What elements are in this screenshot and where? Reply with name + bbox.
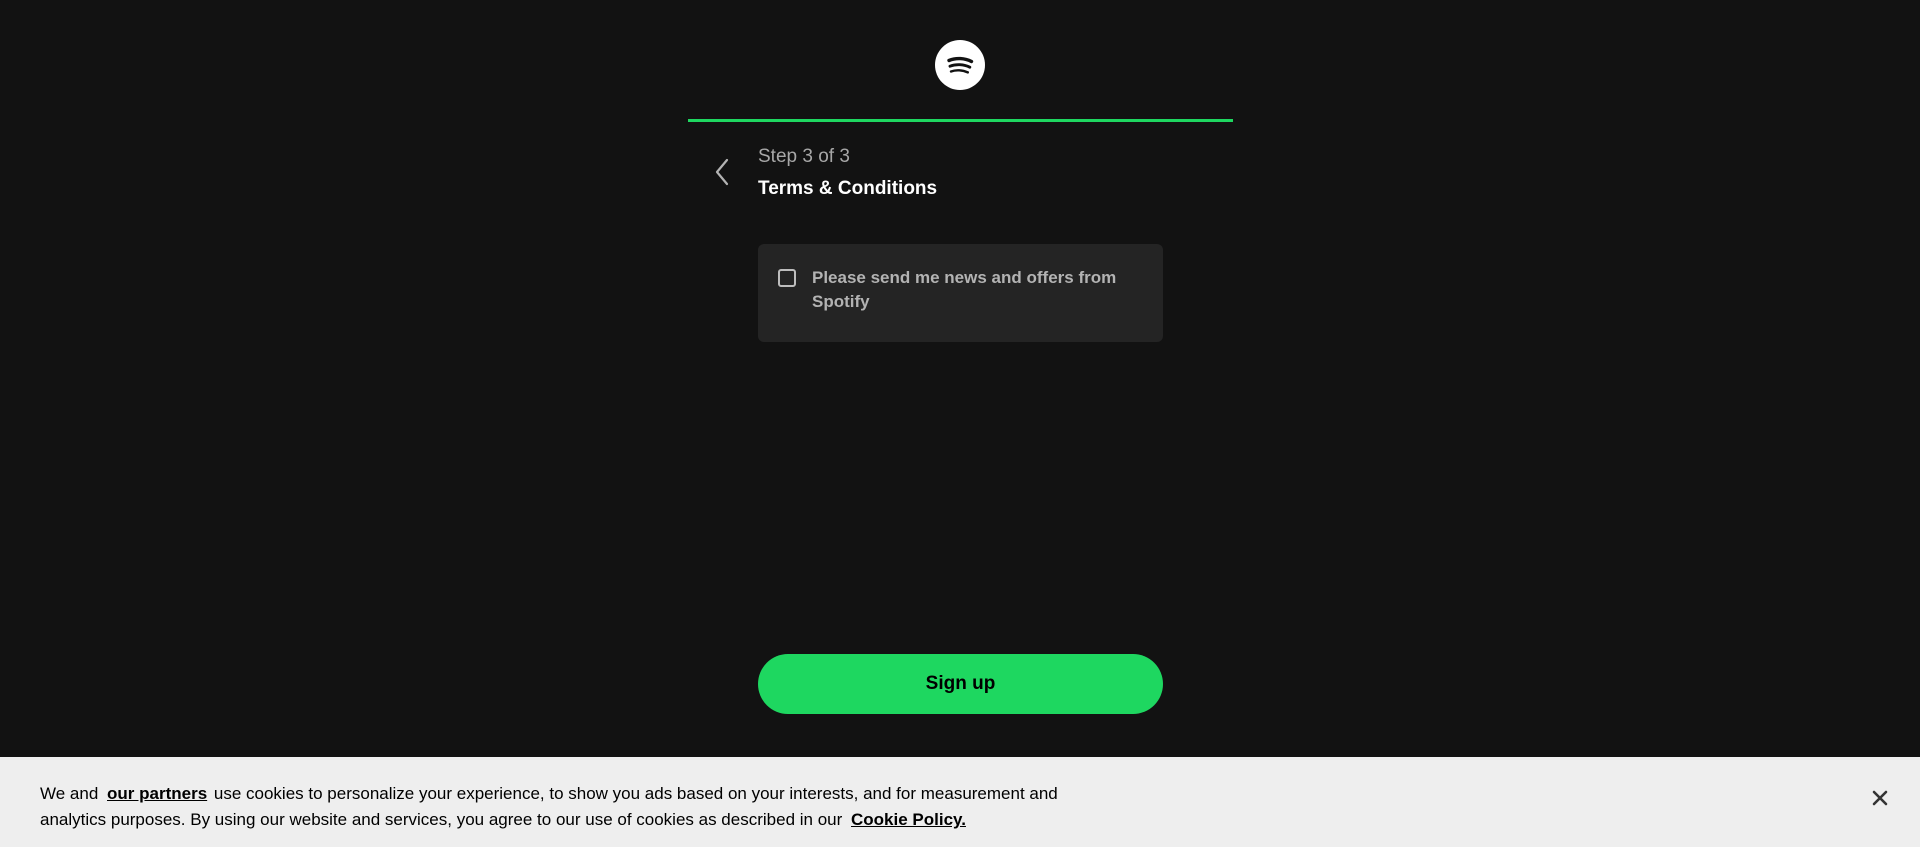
- cookie-banner: We and our partners use cookies to perso…: [0, 757, 1920, 847]
- step-indicator: Step 3 of 3: [758, 146, 850, 167]
- spotify-logo-svg: [947, 56, 974, 74]
- step-title: Terms & Conditions: [758, 178, 938, 199]
- our-partners-link[interactable]: our partners: [107, 784, 207, 803]
- marketing-consent-card: Please send me news and offers from Spot…: [758, 244, 1163, 342]
- signup-button[interactable]: Sign up: [758, 654, 1163, 714]
- spotify-logo-icon: [935, 40, 985, 90]
- cookie-banner-text: We and our partners use cookies to perso…: [40, 781, 1080, 833]
- signup-progress-bar: [688, 119, 1233, 122]
- marketing-consent-checkbox[interactable]: [778, 269, 796, 287]
- chevron-left-icon: [715, 158, 729, 186]
- cookie-policy-link[interactable]: Cookie Policy.: [851, 810, 966, 829]
- marketing-consent-label[interactable]: Please send me news and offers from Spot…: [812, 266, 1132, 314]
- signup-progress-fill: [688, 119, 1233, 122]
- back-button[interactable]: [706, 156, 738, 188]
- close-icon: [1872, 790, 1888, 806]
- cookie-close-button[interactable]: [1868, 786, 1892, 810]
- cookie-text-intro: We and: [40, 784, 99, 803]
